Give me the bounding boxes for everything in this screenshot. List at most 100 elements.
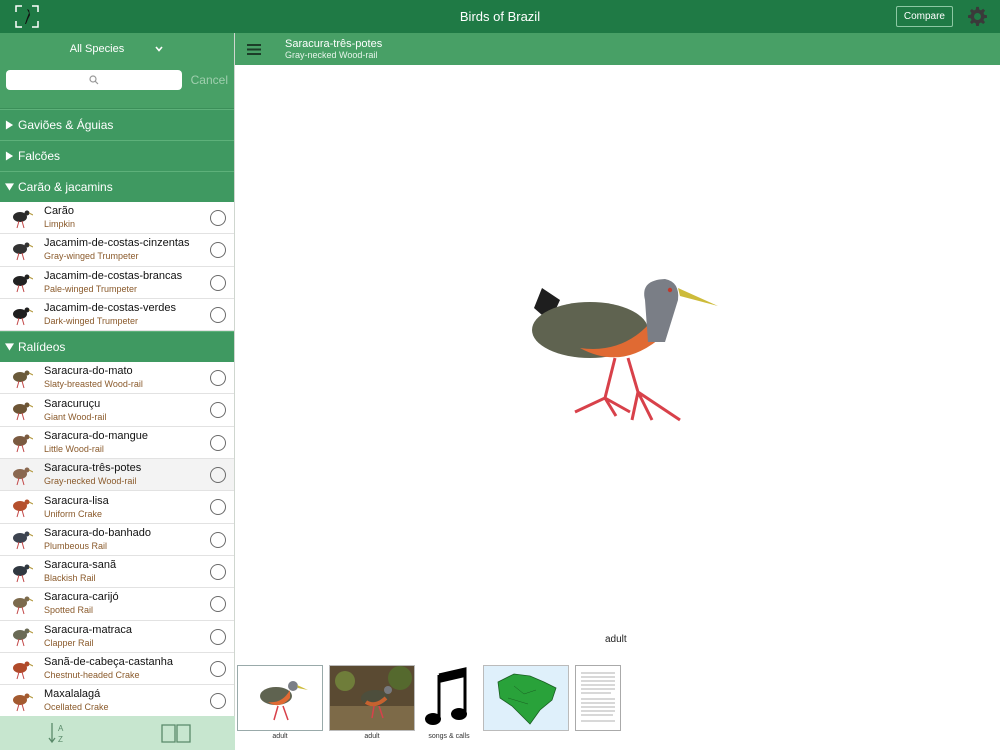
thumbnail-caption: adult	[364, 733, 380, 740]
search-input[interactable]	[6, 70, 182, 90]
group-header[interactable]: Ralídeos	[0, 331, 234, 363]
text-thumbnail-image	[575, 665, 621, 731]
bird-thumbnail-icon	[13, 307, 33, 325]
select-radio[interactable]	[210, 242, 226, 259]
species-name-en: Uniform Crake	[44, 508, 103, 519]
species-row[interactable]: Carão Limpkin	[0, 202, 234, 235]
bird-thumbnail-icon	[13, 402, 33, 421]
triangle-right-icon	[5, 120, 14, 130]
bird-thumbnail-icon	[13, 434, 33, 453]
group-header[interactable]: Carão & jacamins	[0, 171, 234, 202]
species-row[interactable]: Sanã-de-cabeça-castanha Chestnut-headed C…	[0, 653, 234, 686]
select-radio[interactable]	[210, 274, 226, 291]
species-sidebar: All Species Cancel Gaviões & Águias Falcõ…	[0, 33, 235, 750]
species-name-pt: Jacamim-de-costas-cinzentas	[44, 237, 190, 250]
bird-thumbnail-icon	[13, 531, 33, 550]
bird-thumbnail-icon	[13, 242, 33, 261]
species-row[interactable]: Jacamim-de-costas-cinzentas Gray-winged T…	[0, 234, 234, 267]
species-name-pt: Jacamim-de-costas-brancas	[44, 269, 183, 282]
species-row[interactable]: Saracuruçu Giant Wood-rail	[0, 394, 234, 427]
species-name-en: Limpkin	[44, 219, 76, 230]
group-label: Ralídeos	[18, 340, 66, 355]
species-row[interactable]: Saracura-do-mato Slaty-breasted Wood-rail	[0, 362, 234, 395]
sort-az-icon[interactable]: A Z	[48, 721, 70, 745]
thumbnail-photo[interactable]: adult	[329, 665, 415, 740]
species-row[interactable]: Saracura-do-banhado Plumbeous Rail	[0, 524, 234, 556]
species-name-pt: Jacamim-de-costas-verdes	[44, 302, 177, 315]
species-row[interactable]: Jacamim-de-costas-verdes Dark-winged Trum…	[0, 299, 234, 332]
sidebar-footer: A Z	[0, 716, 235, 750]
species-name-en: Gray-winged Trumpeter	[44, 251, 139, 262]
bird-thumbnail-icon	[13, 661, 33, 679]
compare-button[interactable]: Compare	[895, 6, 953, 27]
select-radio[interactable]	[210, 660, 226, 677]
filter-label: All Species	[69, 43, 125, 55]
species-name-en: Giant Wood-rail	[44, 411, 107, 422]
group-header[interactable]: Gaviões & Águias	[0, 109, 234, 140]
bird-illustration[interactable]	[520, 270, 725, 430]
species-row[interactable]: Jacamim-de-costas-brancas Pale-winged Tru…	[0, 267, 234, 299]
bird-thumbnail-icon	[13, 596, 33, 615]
select-radio[interactable]	[210, 402, 226, 419]
select-radio[interactable]	[210, 563, 226, 580]
thumbnail-map[interactable]	[483, 665, 569, 740]
binocular-logo-icon[interactable]	[14, 4, 40, 29]
species-name-en: Spotted Rail	[44, 605, 94, 616]
svg-text:A: A	[58, 724, 64, 733]
group-header-partial	[0, 95, 234, 109]
menu-icon[interactable]	[247, 43, 261, 55]
species-name-pt: Carão	[44, 205, 74, 218]
select-radio[interactable]	[210, 210, 226, 226]
book-icon[interactable]	[160, 723, 192, 743]
triangle-down-icon	[5, 343, 14, 351]
sound-thumbnail-image	[421, 665, 477, 731]
species-list: Gaviões & Águias Falcões Carão & jacamins C…	[0, 109, 234, 718]
select-radio[interactable]	[210, 467, 226, 484]
species-row[interactable]: Saracura-três-potes Gray-necked Wood-rail	[0, 459, 234, 492]
species-name-en: Clapper Rail	[44, 637, 94, 648]
species-name-en: Ocellated Crake	[44, 702, 109, 713]
species-row[interactable]: Maxalalagá Ocellated Crake	[0, 685, 234, 718]
select-radio[interactable]	[210, 499, 226, 516]
select-radio[interactable]	[210, 306, 226, 323]
species-row[interactable]: Saracura-carijó Spotted Rail	[0, 588, 234, 621]
select-radio[interactable]	[210, 531, 226, 548]
select-radio[interactable]	[210, 596, 226, 613]
species-row[interactable]: Saracura-lisa Uniform Crake	[0, 491, 234, 524]
map-thumbnail-image	[483, 665, 569, 731]
thumbnail-illustration[interactable]: adult	[237, 665, 323, 740]
species-row[interactable]: Saracura-do-mangue Little Wood-rail	[0, 427, 234, 460]
app-window: Birds of Brazil Compare All Species Canc…	[0, 0, 1000, 750]
species-row[interactable]: Saracura-matraca Clapper Rail	[0, 621, 234, 653]
species-name-pt: Saracura-carijó	[44, 591, 119, 604]
select-radio[interactable]	[210, 434, 226, 451]
group-label: Falcões	[18, 149, 61, 163]
species-name-en: Dark-winged Trumpeter	[44, 316, 139, 327]
group-label: Gaviões & Águias	[18, 118, 114, 132]
app-title: Birds of Brazil	[459, 9, 541, 24]
select-radio[interactable]	[210, 370, 226, 387]
cancel-search-button[interactable]: Cancel	[191, 73, 228, 87]
species-name-en: Little Wood-rail	[44, 443, 104, 454]
top-bar: Birds of Brazil Compare	[0, 0, 1000, 33]
species-name-en: Blackish Rail	[44, 573, 96, 584]
species-name-pt: Saracura-do-banhado	[44, 526, 152, 539]
species-name-pt: Saracura-do-mato	[44, 365, 133, 378]
thumbnail-caption: songs & calls	[428, 733, 470, 740]
select-radio[interactable]	[210, 628, 226, 645]
species-row[interactable]: Saracura-sanã Blackish Rail	[0, 556, 234, 589]
thumbnail-text[interactable]	[575, 665, 621, 740]
gear-icon[interactable]	[967, 6, 988, 27]
thumbnail-sound[interactable]: songs & calls	[421, 665, 477, 740]
image-caption: adult	[605, 634, 627, 645]
select-radio[interactable]	[210, 693, 226, 710]
group-header[interactable]: Falcões	[0, 140, 234, 171]
group-label: Carão & jacamins	[18, 180, 113, 194]
bird-thumbnail-icon	[13, 210, 33, 228]
triangle-right-icon	[5, 151, 14, 161]
species-name-pt: Saracuruçu	[44, 397, 101, 410]
species-filter-dropdown[interactable]: All Species	[0, 33, 234, 65]
bird-thumbnail-icon	[13, 370, 33, 388]
bird-thumbnail-icon	[13, 499, 33, 518]
chevron-down-icon	[155, 46, 163, 52]
